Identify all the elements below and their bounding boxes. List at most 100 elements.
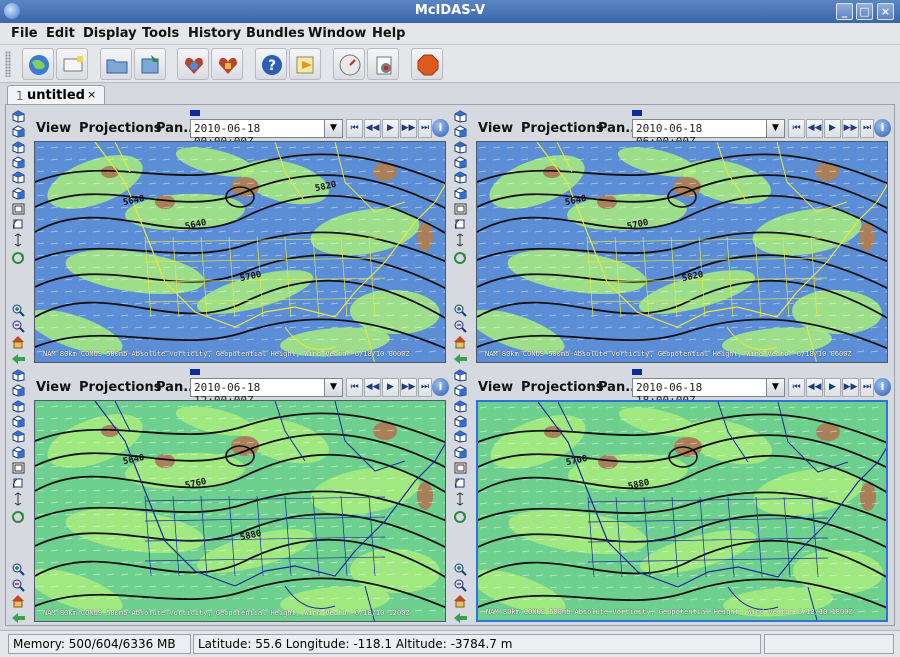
cube-back-icon[interactable] bbox=[453, 414, 468, 428]
view-menu[interactable]: View bbox=[478, 121, 513, 136]
step-forward-button[interactable]: ▶▶ bbox=[400, 378, 417, 397]
cube-right-icon[interactable] bbox=[453, 186, 468, 200]
last-frame-button[interactable]: ⏭ bbox=[860, 378, 874, 397]
zoom-out-icon[interactable] bbox=[453, 578, 468, 592]
menu-window[interactable]: Window bbox=[308, 26, 366, 41]
menu-bundles[interactable]: Bundles bbox=[246, 26, 305, 41]
cube-right-icon[interactable] bbox=[453, 445, 468, 459]
tab-close-icon[interactable]: × bbox=[87, 88, 96, 101]
time-selector[interactable]: 2010-06-18 12:00:00Z bbox=[190, 378, 325, 407]
info-icon[interactable]: i bbox=[432, 119, 449, 137]
frame-icon[interactable] bbox=[453, 461, 468, 475]
toolbar-grip[interactable] bbox=[5, 51, 11, 77]
cube-left-icon[interactable] bbox=[453, 170, 468, 184]
map-display[interactable]: 5640 5700 5820 NAM 80km CONUS 500mb-Absolut… bbox=[476, 141, 888, 363]
step-back-button[interactable]: ◀◀ bbox=[364, 119, 381, 138]
step-forward-button[interactable]: ▶▶ bbox=[400, 119, 417, 138]
save-bundle-button[interactable] bbox=[134, 48, 166, 80]
first-frame-button[interactable]: ⏮ bbox=[788, 119, 805, 138]
cube-front-icon[interactable] bbox=[11, 383, 26, 397]
last-frame-button[interactable]: ⏭ bbox=[418, 119, 432, 138]
back-arrow-icon[interactable] bbox=[453, 352, 468, 366]
cube-right-icon[interactable] bbox=[11, 445, 26, 459]
time-selector[interactable]: 2010-06-18 00:00:00Z bbox=[190, 119, 325, 148]
cube-side-icon[interactable] bbox=[11, 140, 26, 154]
stop-button[interactable] bbox=[411, 48, 443, 80]
last-frame-button[interactable]: ⏭ bbox=[418, 378, 432, 397]
step-back-button[interactable]: ◀◀ bbox=[806, 119, 823, 138]
info-icon[interactable]: i bbox=[874, 119, 891, 137]
step-forward-button[interactable]: ▶▶ bbox=[842, 378, 859, 397]
cube-top-icon[interactable] bbox=[11, 109, 26, 123]
last-frame-button[interactable]: ⏭ bbox=[860, 119, 874, 138]
frame-icon[interactable] bbox=[11, 461, 26, 475]
zoom-in-icon[interactable] bbox=[453, 562, 468, 576]
menu-edit[interactable]: Edit bbox=[46, 26, 75, 41]
play-button[interactable]: ▶ bbox=[382, 378, 399, 397]
tab-untitled[interactable]: 1 untitled × bbox=[7, 85, 105, 106]
menu-tools[interactable]: Tools bbox=[142, 26, 179, 41]
cube-top-icon[interactable] bbox=[11, 368, 26, 382]
projections-menu[interactable]: Projections bbox=[79, 121, 161, 136]
play-button[interactable]: ▶ bbox=[824, 378, 841, 397]
close-button[interactable]: × bbox=[877, 3, 894, 20]
view-menu[interactable]: View bbox=[36, 380, 71, 395]
cube-back-icon[interactable] bbox=[11, 414, 26, 428]
map-display[interactable]: 5640 5760 5880 NAM 80km CONUS 500mb-Absolut… bbox=[34, 400, 446, 622]
time-dropdown-button[interactable]: ▼ bbox=[766, 119, 785, 138]
view-menu[interactable]: View bbox=[36, 121, 71, 136]
play-button[interactable]: ▶ bbox=[382, 119, 399, 138]
gauge-button[interactable] bbox=[333, 48, 365, 80]
projections-menu[interactable]: Projections bbox=[521, 380, 603, 395]
cube-side-icon[interactable] bbox=[453, 140, 468, 154]
maximize-button[interactable]: □ bbox=[856, 3, 873, 20]
frame-icon[interactable] bbox=[453, 202, 468, 216]
cube-right-icon[interactable] bbox=[11, 186, 26, 200]
back-arrow-icon[interactable] bbox=[11, 611, 26, 625]
favorites-edit-button[interactable] bbox=[211, 48, 243, 80]
vertical-scale-icon[interactable] bbox=[453, 233, 468, 247]
projections-menu[interactable]: Projections bbox=[521, 121, 603, 136]
vertical-scale-icon[interactable] bbox=[453, 492, 468, 506]
home-icon[interactable] bbox=[11, 335, 26, 349]
back-arrow-icon[interactable] bbox=[11, 352, 26, 366]
cube-front-icon[interactable] bbox=[453, 124, 468, 138]
first-frame-button[interactable]: ⏮ bbox=[346, 378, 363, 397]
step-forward-button[interactable]: ▶▶ bbox=[842, 119, 859, 138]
cube-back-icon[interactable] bbox=[11, 155, 26, 169]
rotate-icon[interactable] bbox=[11, 217, 26, 231]
menu-help[interactable]: Help bbox=[372, 26, 405, 41]
home-icon[interactable] bbox=[11, 594, 26, 608]
vertical-scale-icon[interactable] bbox=[11, 492, 26, 506]
time-selector[interactable]: 2010-06-18 18:00:00Z bbox=[632, 378, 767, 407]
step-back-button[interactable]: ◀◀ bbox=[806, 378, 823, 397]
rotate-icon[interactable] bbox=[11, 476, 26, 490]
open-folder-button[interactable] bbox=[100, 48, 132, 80]
projections-menu[interactable]: Projections bbox=[79, 380, 161, 395]
menu-file[interactable]: File bbox=[11, 26, 38, 41]
cube-left-icon[interactable] bbox=[453, 429, 468, 443]
refresh-icon[interactable] bbox=[453, 251, 468, 265]
zoom-out-icon[interactable] bbox=[453, 319, 468, 333]
dataset-button[interactable] bbox=[56, 48, 88, 80]
play-button[interactable]: ▶ bbox=[824, 119, 841, 138]
time-dropdown-button[interactable]: ▼ bbox=[766, 378, 785, 397]
map-display[interactable]: 5640 5640 5700 5820 NAM 80km CONUS 500mb-Abs… bbox=[34, 141, 446, 363]
zoom-out-icon[interactable] bbox=[11, 578, 26, 592]
cube-side-icon[interactable] bbox=[453, 399, 468, 413]
back-arrow-icon[interactable] bbox=[453, 611, 468, 625]
first-frame-button[interactable]: ⏮ bbox=[346, 119, 363, 138]
time-selector[interactable]: 2010-06-18 06:00:00Z bbox=[632, 119, 767, 148]
cube-top-icon[interactable] bbox=[453, 109, 468, 123]
cube-back-icon[interactable] bbox=[453, 155, 468, 169]
rotate-icon[interactable] bbox=[453, 217, 468, 231]
help-button[interactable]: ? bbox=[255, 48, 287, 80]
menu-history[interactable]: History bbox=[188, 26, 241, 41]
time-dropdown-button[interactable]: ▼ bbox=[324, 119, 343, 138]
info-icon[interactable]: i bbox=[432, 378, 449, 396]
first-frame-button[interactable]: ⏮ bbox=[788, 378, 805, 397]
stack-button[interactable] bbox=[367, 48, 399, 80]
time-dropdown-button[interactable]: ▼ bbox=[324, 378, 343, 397]
frame-icon[interactable] bbox=[11, 202, 26, 216]
cube-front-icon[interactable] bbox=[11, 124, 26, 138]
